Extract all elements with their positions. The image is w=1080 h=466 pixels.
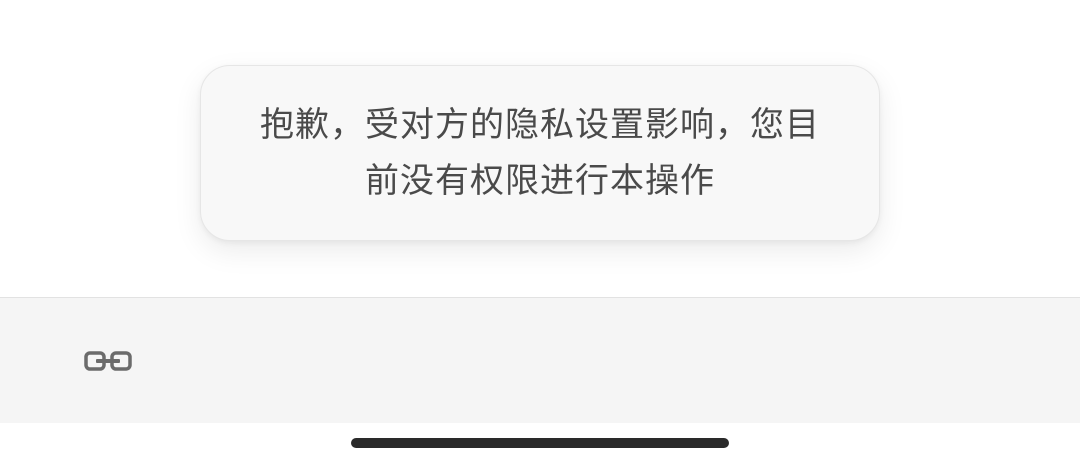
system-gesture-area	[0, 423, 1080, 466]
link-icon	[84, 351, 132, 371]
link-button[interactable]	[78, 344, 138, 378]
toast-message: 抱歉，受对方的隐私设置影响，您目前没有权限进行本操作	[260, 105, 820, 201]
bottom-toolbar	[0, 297, 1080, 423]
home-indicator[interactable]	[351, 438, 729, 448]
permission-toast: 抱歉，受对方的隐私设置影响，您目前没有权限进行本操作	[200, 65, 880, 241]
screen: 抱歉，受对方的隐私设置影响，您目前没有权限进行本操作	[0, 0, 1080, 466]
